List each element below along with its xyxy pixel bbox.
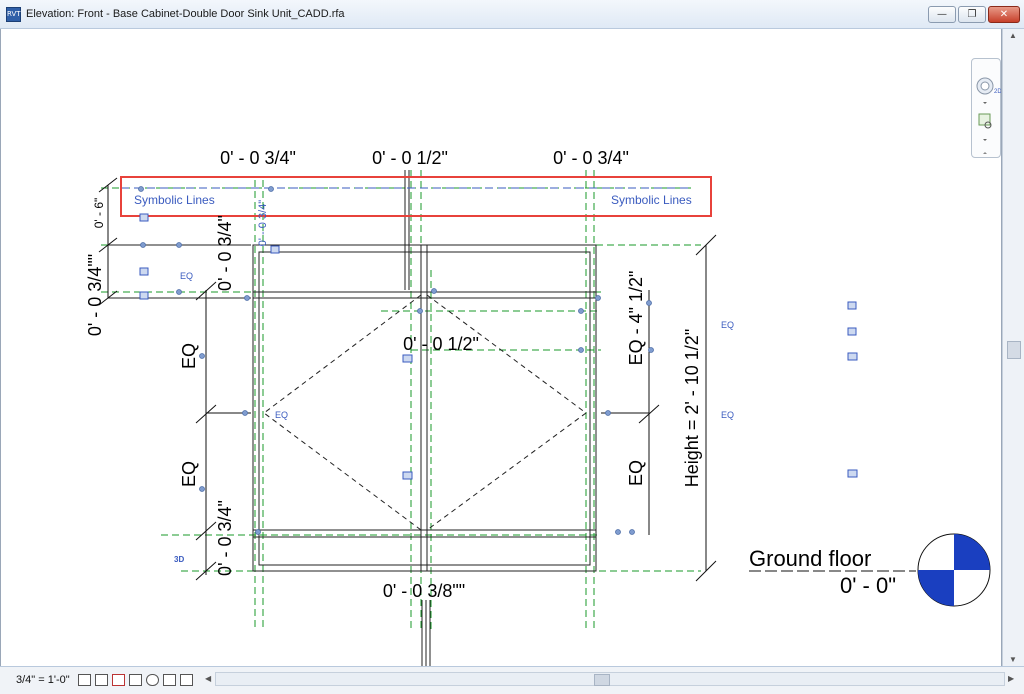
dim-top-left[interactable]: 0' - 0 3/4": [220, 148, 296, 168]
door-swing-lines: [263, 294, 587, 531]
vertical-scroll-thumb[interactable]: [1007, 341, 1021, 359]
dim-bottom-center[interactable]: 0' - 0 3/8"": [383, 581, 465, 601]
dim-blue-vertical[interactable]: 0' - 0 3/4": [257, 200, 269, 246]
restore-button[interactable]: ❐: [958, 6, 986, 23]
show-crop-icon[interactable]: [180, 674, 193, 686]
dimension-lines[interactable]: [98, 177, 717, 582]
dim-left-vertical-bottom[interactable]: 0' - 0 3/4": [215, 500, 235, 576]
visual-style-icon[interactable]: [95, 674, 108, 686]
steering-wheel-icon[interactable]: 2D: [976, 77, 1002, 95]
elevation-view[interactable]: 0' - 0 3/4" 0' - 0 1/2" 0' - 0 3/4" 0' -…: [1, 29, 1002, 666]
scroll-down-icon[interactable]: ▼: [1009, 655, 1017, 664]
dim-left-small[interactable]: 0' - 6": [92, 198, 106, 229]
symbolic-lines-label-left[interactable]: Symbolic Lines: [134, 193, 215, 207]
chevron-left-icon[interactable]: ◀: [205, 674, 211, 683]
dim-left-large[interactable]: 0' - 0 3/4"": [85, 254, 105, 336]
navigation-bar[interactable]: 2D: [971, 58, 1001, 158]
eq-label[interactable]: EQ: [275, 410, 288, 420]
level-head-icon[interactable]: [917, 533, 991, 607]
chevron-down-icon[interactable]: [983, 139, 987, 141]
detail-level-icon[interactable]: [78, 674, 91, 686]
dim-top-right[interactable]: 0' - 0 3/4": [553, 148, 629, 168]
horizontal-scrollbar[interactable]: [215, 672, 1005, 686]
dim-eq-right[interactable]: EQ: [626, 460, 646, 486]
vertical-scrollbar[interactable]: ▲ ▼: [1002, 29, 1024, 666]
level-name[interactable]: Ground floor: [749, 546, 871, 571]
symbolic-lines-label-right[interactable]: Symbolic Lines: [611, 193, 692, 207]
dim-mid-center[interactable]: 0' - 0 1/2": [403, 334, 479, 354]
dim-eq-left-upper[interactable]: EQ: [179, 343, 199, 369]
eq-label[interactable]: EQ: [721, 410, 734, 420]
scroll-up-icon[interactable]: ▲: [1009, 31, 1017, 40]
window-titlebar: RVT Elevation: Front - Base Cabinet-Doub…: [0, 0, 1024, 29]
shadows-icon[interactable]: [129, 674, 142, 686]
crop-view-icon[interactable]: [163, 674, 176, 686]
level-elevation[interactable]: 0' - 0": [840, 573, 896, 598]
chevron-right-icon[interactable]: ▶: [1008, 674, 1014, 683]
minimize-button[interactable]: —: [928, 6, 956, 23]
lock-icon[interactable]: [139, 213, 857, 336]
view-scale[interactable]: 3/4" = 1'-0": [16, 674, 70, 686]
view-control-bar: 3/4" = 1'-0" ◀ ▶: [0, 666, 1024, 694]
dim-eq-left-lower[interactable]: EQ: [179, 461, 199, 487]
dim-right-vertical-top[interactable]: EQ - 4" 1/2": [626, 271, 646, 366]
eq-label[interactable]: EQ: [721, 320, 734, 330]
wheel-label: 2D: [994, 89, 1002, 95]
chevron-up-icon[interactable]: [983, 152, 987, 154]
drawing-canvas[interactable]: 0' - 0 3/4" 0' - 0 1/2" 0' - 0 3/4" 0' -…: [0, 29, 1002, 666]
zoom-region-icon[interactable]: [978, 113, 992, 129]
reference-planes[interactable]: [101, 170, 701, 630]
close-button[interactable]: ✕: [988, 6, 1020, 23]
rendering-icon[interactable]: [146, 674, 159, 686]
chevron-down-icon[interactable]: [983, 102, 987, 104]
dim-left-vertical-top[interactable]: 0' - 0 3/4": [215, 215, 235, 291]
horizontal-scroll-thumb[interactable]: [594, 674, 610, 686]
dim-height[interactable]: Height = 2' - 10 1/2": [682, 329, 702, 487]
dim-top-center[interactable]: 0' - 0 1/2": [372, 148, 448, 168]
revit-icon: RVT: [6, 7, 21, 22]
sun-path-icon[interactable]: [112, 674, 125, 686]
window-title: Elevation: Front - Base Cabinet-Double D…: [26, 8, 345, 20]
view-3d-label[interactable]: 3D: [174, 555, 184, 564]
eq-label[interactable]: EQ: [180, 271, 193, 281]
